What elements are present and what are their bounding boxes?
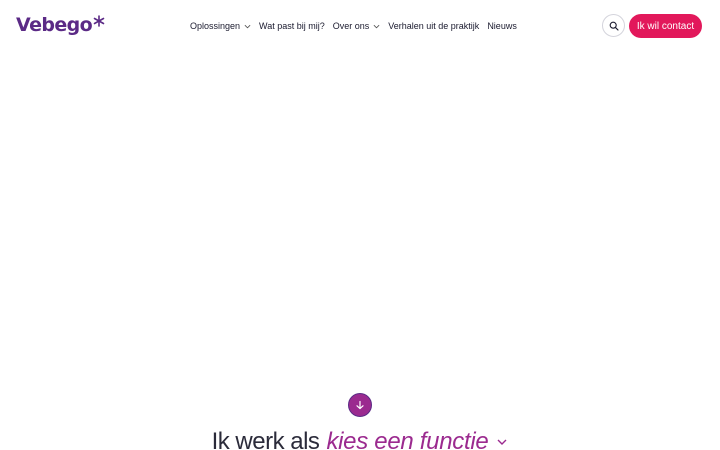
role-selector-headline: Ik werk als kies een functie xyxy=(0,428,720,450)
arrow-down-icon xyxy=(356,400,364,410)
nav-item-label: Wat past bij mij? xyxy=(259,21,325,31)
nav-item-nieuws[interactable]: Nieuws xyxy=(487,21,517,31)
function-select[interactable]: kies een functie xyxy=(326,428,508,450)
main-navigation: Oplossingen Wat past bij mij? Over ons V… xyxy=(190,19,525,33)
scroll-down-button[interactable] xyxy=(348,393,372,417)
chevron-down-icon xyxy=(373,24,380,28)
nav-item-label: Nieuws xyxy=(487,21,517,31)
nav-item-verhalen-uit-de-praktijk[interactable]: Verhalen uit de praktijk xyxy=(388,21,479,31)
chevron-down-icon xyxy=(244,24,251,28)
nav-item-label: Oplossingen xyxy=(190,21,241,31)
nav-item-label: Verhalen uit de praktijk xyxy=(388,21,480,31)
search-button[interactable] xyxy=(602,14,625,37)
nav-item-label: Over ons xyxy=(332,21,370,31)
headline-text: Ik werk als xyxy=(211,428,320,450)
nav-item-over-ons[interactable]: Over ons xyxy=(333,21,381,31)
nav-item-wat-past-bij-mij[interactable]: Wat past bij mij? xyxy=(259,21,325,31)
logo-wordmark: Vebego xyxy=(16,14,93,36)
logo-star-icon xyxy=(93,15,105,27)
contact-button[interactable]: Ik wil contact xyxy=(629,14,702,38)
search-icon xyxy=(609,21,619,31)
chevron-down-icon xyxy=(497,439,507,445)
nav-item-oplossingen[interactable]: Oplossingen xyxy=(190,21,251,31)
function-select-label: kies een functie xyxy=(326,428,489,450)
site-header: Vebego Oplossingen Wat past bij mij? Ove… xyxy=(0,0,720,52)
vebego-logo[interactable]: Vebego xyxy=(16,13,105,37)
